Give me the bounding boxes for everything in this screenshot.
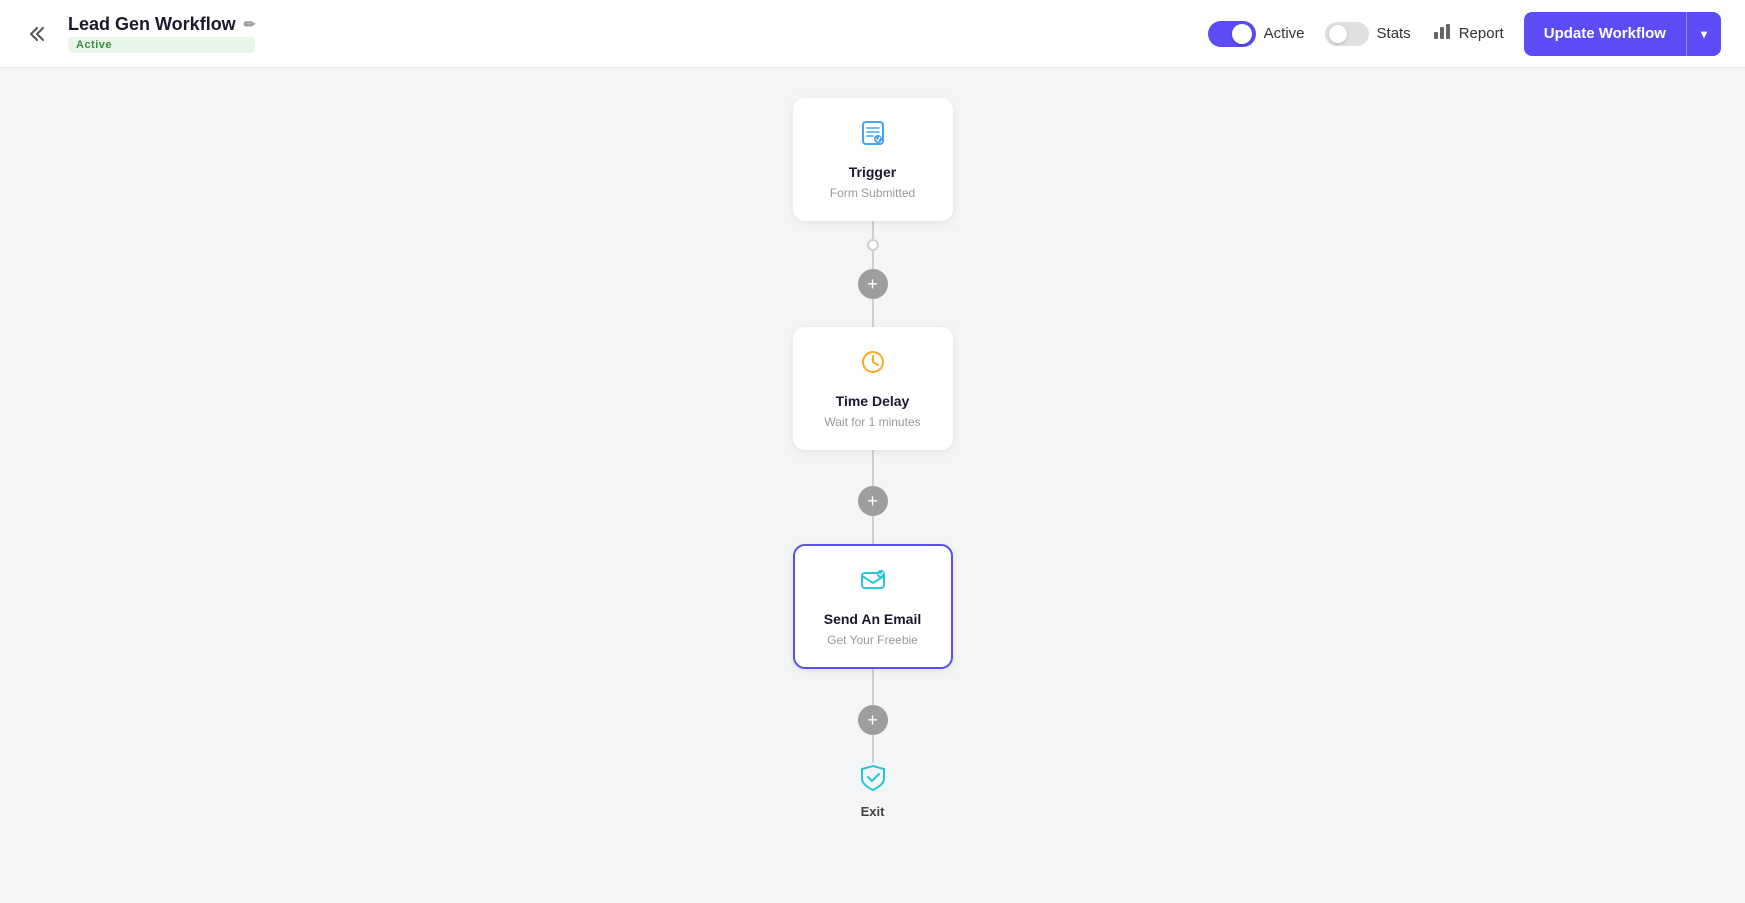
connector-2: + <box>858 450 888 544</box>
line-2c <box>872 516 874 544</box>
add-step-button-3[interactable]: + <box>858 705 888 735</box>
send-email-node[interactable]: Send An Email Get Your Freebie <box>793 544 953 669</box>
workflow-canvas: Trigger Form Submitted + Time Delay Wait… <box>0 68 1745 903</box>
trigger-node-subtitle: Form Submitted <box>830 186 915 200</box>
report-button[interactable]: Report <box>1431 20 1504 47</box>
report-label: Report <box>1459 25 1504 42</box>
line-3a <box>872 669 874 687</box>
active-toggle-label: Active <box>1264 25 1305 42</box>
header: Lead Gen Workflow ✏ Active Active Stats … <box>0 0 1745 68</box>
time-delay-node-title: Time Delay <box>836 393 910 409</box>
active-toggle[interactable] <box>1208 21 1256 47</box>
workflow-title: Lead Gen Workflow ✏ <box>68 14 255 35</box>
connector-1: + <box>858 221 888 327</box>
header-right: Active Stats Report Update Workflow ▾ <box>1208 12 1721 56</box>
time-delay-node-subtitle: Wait for 1 minutes <box>824 415 920 429</box>
trigger-node-title: Trigger <box>849 164 896 180</box>
line-1b <box>872 251 874 269</box>
active-toggle-wrap: Active <box>1208 21 1305 47</box>
stats-toggle[interactable] <box>1325 22 1369 46</box>
trigger-icon <box>859 119 887 154</box>
line-1a <box>872 221 874 239</box>
send-email-node-title: Send An Email <box>824 611 922 627</box>
stats-toggle-wrap: Stats <box>1325 22 1411 46</box>
chevron-down-icon[interactable]: ▾ <box>1687 15 1721 53</box>
exit-label: Exit <box>861 804 885 819</box>
line-2b <box>872 468 874 486</box>
stats-label: Stats <box>1377 25 1411 42</box>
header-left: Lead Gen Workflow ✏ Active <box>24 14 255 53</box>
workflow-name: Lead Gen Workflow <box>68 14 236 35</box>
exit-node[interactable]: Exit <box>858 763 888 819</box>
report-icon <box>1431 20 1453 47</box>
workflow-diagram: Trigger Form Submitted + Time Delay Wait… <box>793 68 953 819</box>
email-icon <box>859 566 887 601</box>
send-email-node-subtitle: Get Your Freebie <box>827 633 918 647</box>
update-workflow-label: Update Workflow <box>1524 13 1686 54</box>
workflow-active-badge: Active <box>68 37 255 53</box>
time-delay-node[interactable]: Time Delay Wait for 1 minutes <box>793 327 953 450</box>
edit-icon[interactable]: ✏ <box>244 16 256 33</box>
trigger-node[interactable]: Trigger Form Submitted <box>793 98 953 221</box>
line-3c <box>872 735 874 763</box>
line-2a <box>872 450 874 468</box>
delay-icon <box>859 348 887 383</box>
exit-icon <box>858 763 888 800</box>
back-button[interactable] <box>24 18 56 50</box>
add-step-button-1[interactable]: + <box>858 269 888 299</box>
connector-3: + <box>858 669 888 763</box>
add-step-button-2[interactable]: + <box>858 486 888 516</box>
update-workflow-button[interactable]: Update Workflow ▾ <box>1524 12 1721 56</box>
workflow-title-wrap: Lead Gen Workflow ✏ Active <box>68 14 255 53</box>
node-dot-1 <box>867 239 879 251</box>
line-3b <box>872 687 874 705</box>
line-1c <box>872 299 874 327</box>
